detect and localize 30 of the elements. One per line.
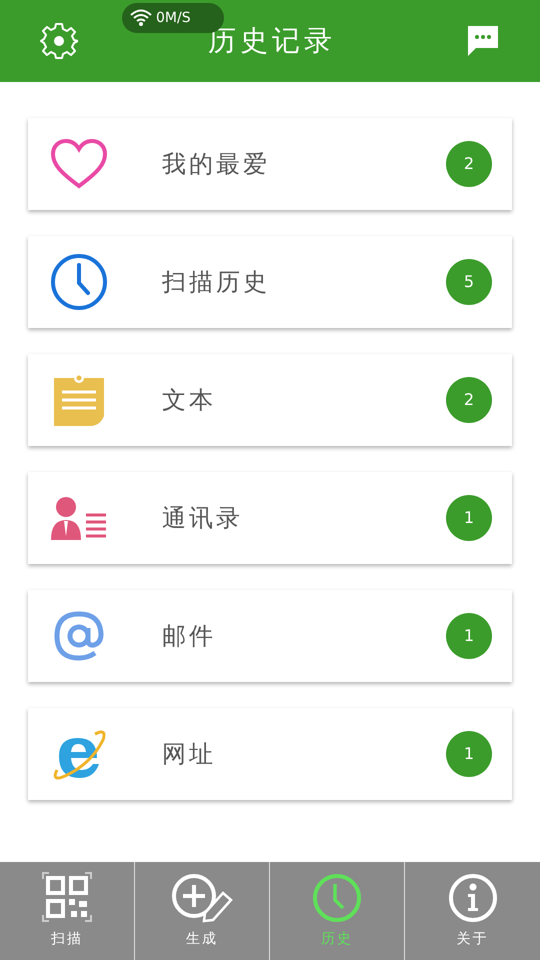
category-label: 通讯录 [162, 503, 244, 534]
category-label: 扫描历史 [162, 267, 271, 298]
history-category-card[interactable]: 通讯录 1 [28, 472, 512, 564]
clock-icon [312, 873, 362, 923]
history-category-card[interactable]: 扫描历史 5 [28, 236, 512, 328]
heart-icon [50, 138, 108, 190]
category-label: 邮件 [162, 621, 217, 652]
count-badge: 2 [446, 141, 492, 187]
history-category-card[interactable]: 我的最爱 2 [28, 118, 512, 210]
count-badge: 1 [446, 495, 492, 541]
wifi-icon [130, 9, 152, 27]
history-category-card[interactable]: 网址 1 [28, 708, 512, 800]
at-sign-icon [53, 610, 105, 662]
count-badge: 1 [446, 613, 492, 659]
info-icon [448, 873, 498, 923]
contact-card-icon [51, 496, 107, 540]
add-pencil-icon [171, 873, 233, 923]
count-badge: 1 [446, 731, 492, 777]
category-label: 文本 [162, 385, 217, 416]
qr-code-icon [41, 871, 93, 923]
speed-text: 0M/S [156, 8, 191, 28]
history-category-card[interactable]: 邮件 1 [28, 590, 512, 682]
message-icon[interactable] [466, 24, 500, 58]
clock-icon [50, 253, 108, 311]
count-badge: 5 [446, 259, 492, 305]
category-label: 我的最爱 [162, 149, 271, 180]
settings-icon[interactable] [40, 22, 78, 60]
history-category-card[interactable]: 文本 2 [28, 354, 512, 446]
category-label: 网址 [162, 739, 217, 770]
count-badge: 2 [446, 377, 492, 423]
